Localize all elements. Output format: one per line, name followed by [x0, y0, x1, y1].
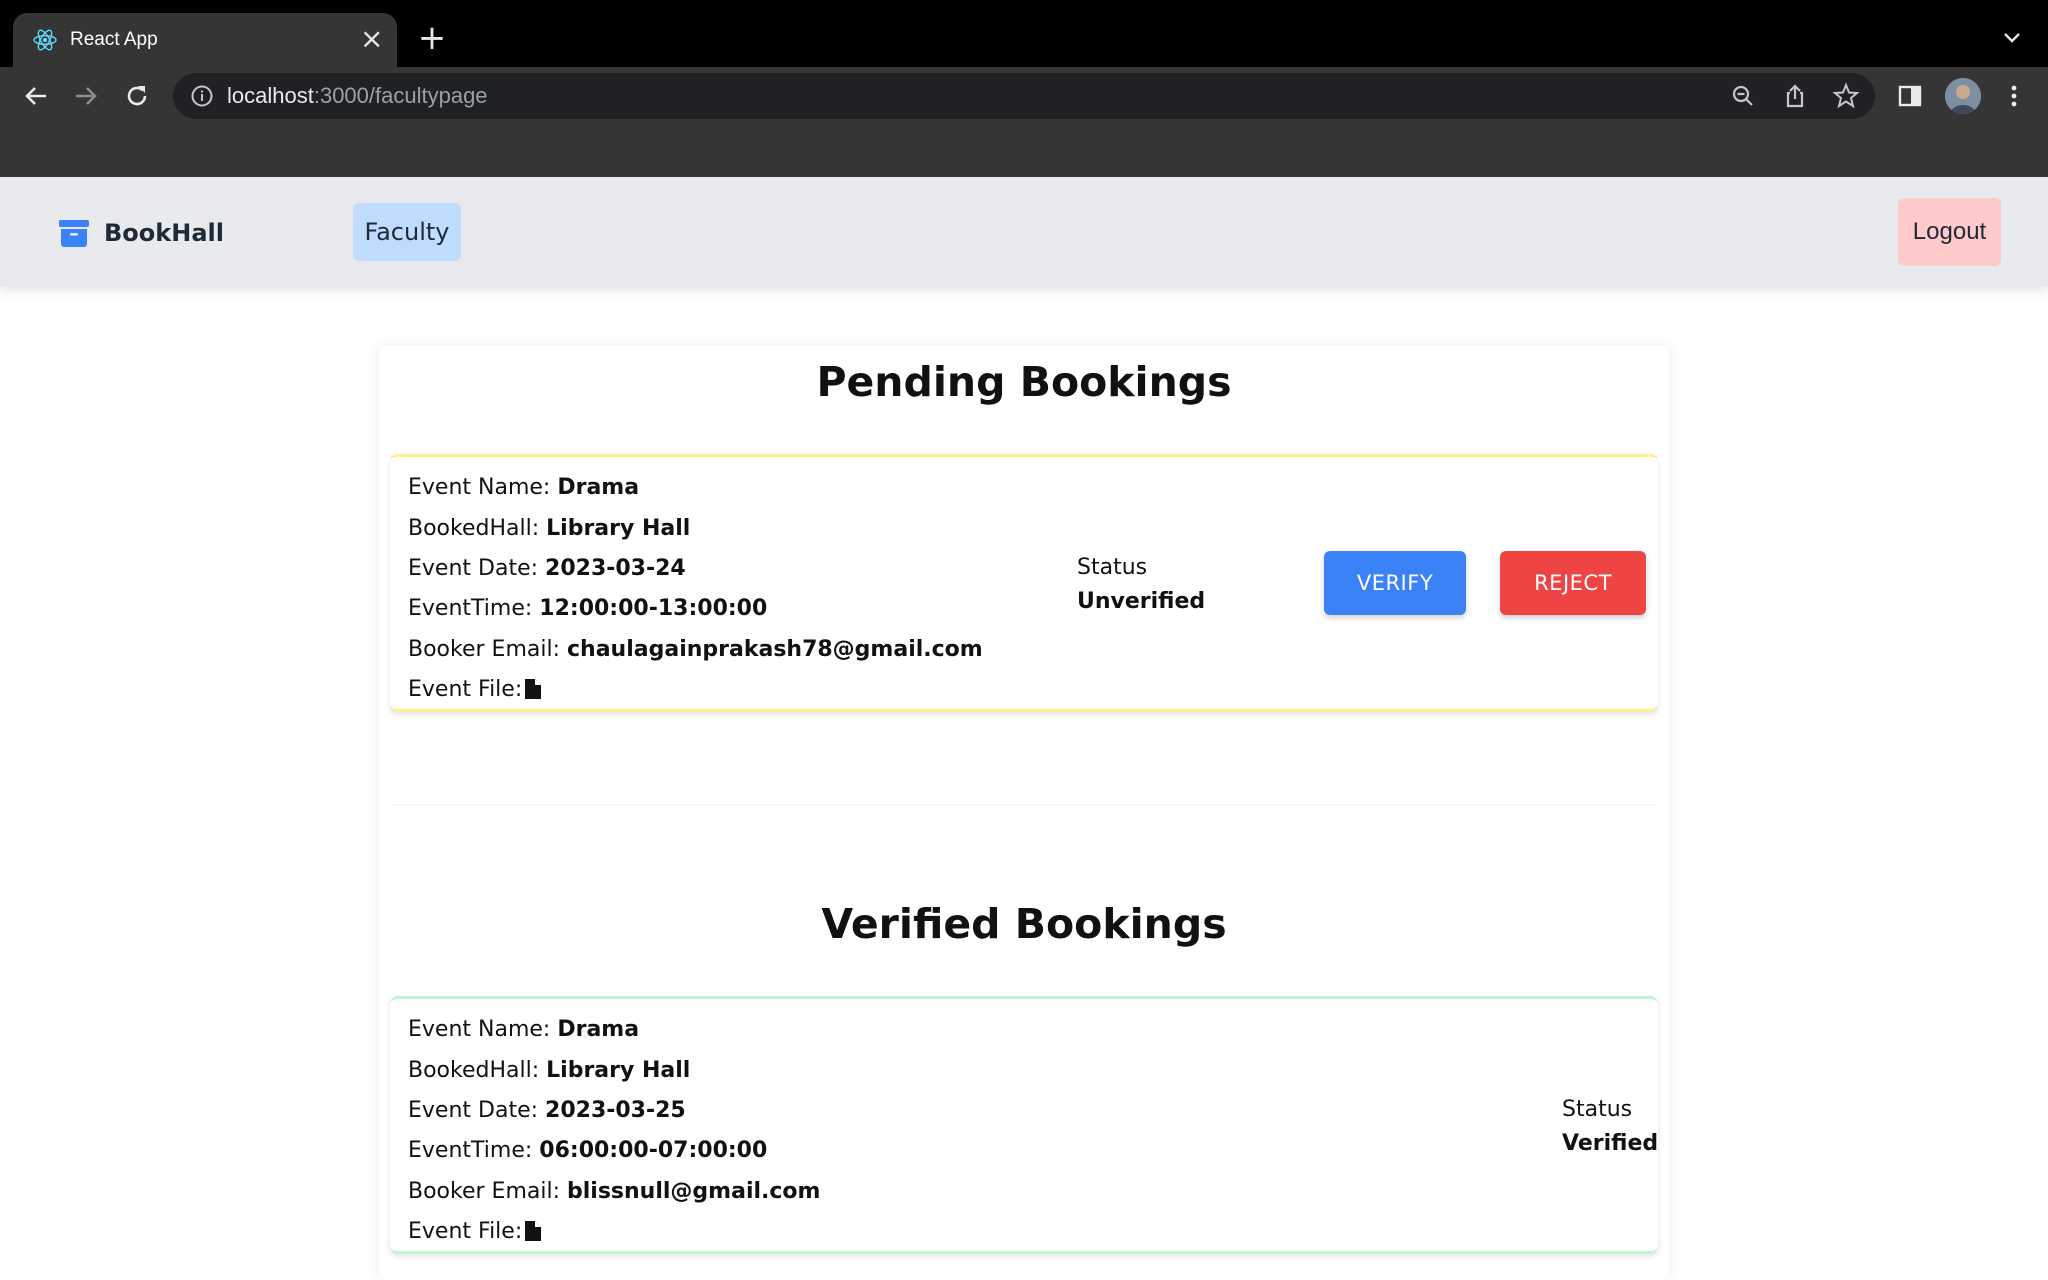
- event-name-label: Event Name:: [408, 1017, 551, 1042]
- avatar-image: [1945, 78, 1981, 114]
- event-name-field: Event Name: Drama: [408, 1015, 639, 1045]
- new-tab-icon[interactable]: +: [416, 21, 448, 55]
- info-icon[interactable]: [190, 84, 214, 108]
- event-name-value: Drama: [557, 475, 640, 500]
- booker-email-field: Booker Email: chaulagainprakash78@gmail.…: [408, 635, 983, 665]
- booked-hall-label: BookedHall:: [408, 516, 540, 541]
- status-value: Verified: [1562, 1131, 1659, 1156]
- event-date-label: Event Date:: [408, 1098, 539, 1123]
- pending-bookings-title: Pending Bookings: [816, 358, 1232, 406]
- nav-faculty-link[interactable]: Faculty: [353, 203, 461, 261]
- event-file-field: Event File:: [408, 675, 542, 705]
- pending-booking-card: Event Name: Drama BookedHall: Library Ha…: [390, 454, 1658, 712]
- event-name-value: Drama: [557, 1017, 640, 1042]
- chevron-down-icon[interactable]: [1998, 24, 2026, 52]
- side-panel-icon[interactable]: [1896, 82, 1924, 110]
- event-file-label: Event File:: [408, 1219, 523, 1244]
- back-icon[interactable]: [20, 80, 52, 112]
- booked-hall-value: Library Hall: [546, 516, 691, 541]
- status-label: Status: [1077, 555, 1148, 580]
- event-name-label: Event Name:: [408, 475, 551, 500]
- event-date-value: 2023-03-25: [545, 1098, 686, 1123]
- event-file-label: Event File:: [408, 677, 523, 702]
- status-label: Status: [1562, 1097, 1633, 1122]
- app-navbar: [0, 177, 2048, 287]
- booked-hall-value: Library Hall: [546, 1058, 691, 1083]
- event-date-label: Event Date:: [408, 556, 539, 581]
- event-time-field: EventTime: 06:00:00-07:00:00: [408, 1136, 767, 1166]
- booked-hall-label: BookedHall:: [408, 1058, 540, 1083]
- url-host: localhost: [227, 83, 314, 108]
- event-time-value: 06:00:00-07:00:00: [539, 1138, 768, 1163]
- status-value: Unverified: [1077, 589, 1206, 614]
- reject-button[interactable]: REJECT: [1500, 551, 1646, 615]
- booker-email-value: chaulagainprakash78@gmail.com: [567, 637, 983, 662]
- document-icon[interactable]: [525, 1221, 542, 1241]
- section-divider: [390, 804, 1658, 805]
- zoom-icon[interactable]: [1729, 82, 1757, 110]
- more-menu-icon[interactable]: [2000, 82, 2028, 110]
- tab-title: React App: [70, 29, 158, 50]
- event-time-label: EventTime:: [408, 1138, 533, 1163]
- booker-email-field: Booker Email: blissnull@gmail.com: [408, 1177, 820, 1207]
- logout-button[interactable]: Logout: [1898, 198, 2001, 266]
- verify-button[interactable]: VERIFY: [1324, 551, 1466, 615]
- event-file-field: Event File:: [408, 1217, 542, 1247]
- event-time-value: 12:00:00-13:00:00: [539, 596, 768, 621]
- booked-hall-field: BookedHall: Library Hall: [408, 1056, 690, 1086]
- url-path: :3000/facultypage: [313, 83, 488, 108]
- react-icon: [33, 29, 57, 51]
- url-text[interactable]: localhost:3000/facultypage: [227, 83, 488, 109]
- event-time-field: EventTime: 12:00:00-13:00:00: [408, 594, 767, 624]
- bookmark-star-icon[interactable]: [1832, 82, 1860, 110]
- event-date-field: Event Date: 2023-03-24: [408, 554, 686, 584]
- verified-bookings-title: Verified Bookings: [821, 900, 1227, 948]
- archive-box-icon: [59, 220, 89, 247]
- event-date-field: Event Date: 2023-03-25: [408, 1096, 686, 1126]
- brand-name[interactable]: BookHall: [104, 218, 224, 248]
- profile-avatar[interactable]: [1945, 78, 1981, 114]
- forward-icon[interactable]: [70, 80, 102, 112]
- close-tab-icon[interactable]: ×: [360, 25, 383, 53]
- booked-hall-field: BookedHall: Library Hall: [408, 514, 690, 544]
- document-icon[interactable]: [525, 679, 542, 699]
- share-icon[interactable]: [1781, 82, 1809, 110]
- booker-email-label: Booker Email:: [408, 1179, 560, 1204]
- booker-email-value: blissnull@gmail.com: [567, 1179, 821, 1204]
- verified-booking-card: Event Name: Drama BookedHall: Library Ha…: [390, 996, 1658, 1254]
- event-date-value: 2023-03-24: [545, 556, 686, 581]
- event-time-label: EventTime:: [408, 596, 533, 621]
- booker-email-label: Booker Email:: [408, 637, 560, 662]
- reload-icon[interactable]: [121, 80, 153, 112]
- event-name-field: Event Name: Drama: [408, 473, 639, 503]
